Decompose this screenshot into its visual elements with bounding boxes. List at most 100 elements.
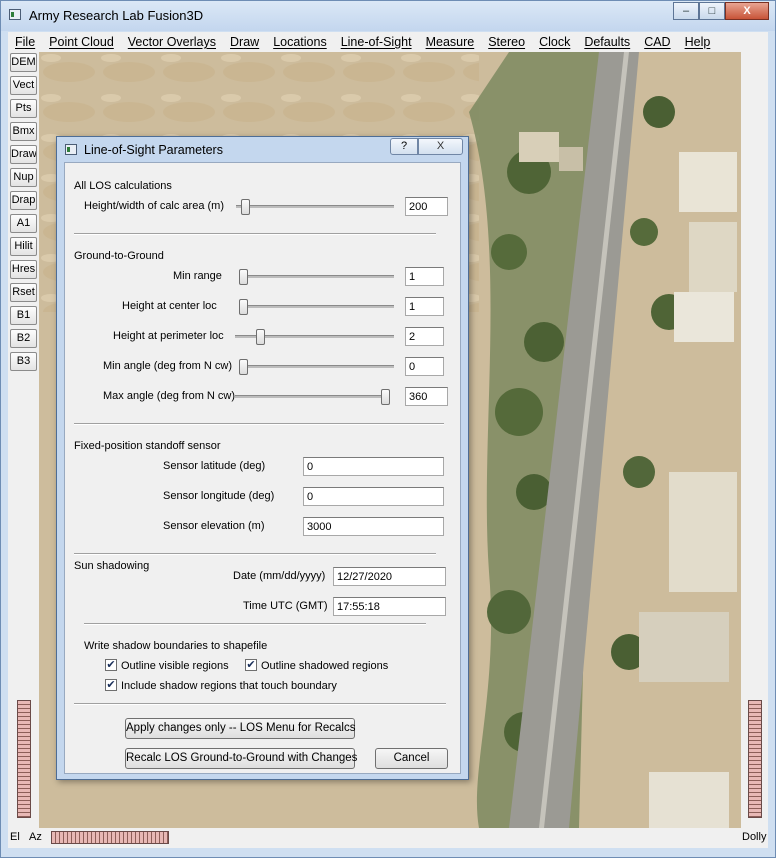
toolbar-b2-button[interactable]: B2: [10, 329, 37, 348]
outline-shadowed-checkbox[interactable]: ✔: [245, 659, 257, 671]
menu-cad[interactable]: CAD: [637, 35, 677, 49]
menu-measure[interactable]: Measure: [419, 35, 482, 49]
min-range-field[interactable]: [405, 267, 444, 286]
date-label: Date (mm/dd/yyyy): [233, 570, 326, 582]
app-icon: [9, 9, 21, 20]
dialog-close-button[interactable]: X: [418, 138, 463, 155]
separator: [74, 233, 436, 235]
height-center-field[interactable]: [405, 297, 444, 316]
separator: [74, 553, 436, 555]
dialog-title-bar[interactable]: Line-of-Sight Parameters ? X: [57, 137, 468, 162]
caption-buttons: – □ X: [673, 2, 769, 20]
height-perimeter-field[interactable]: [405, 327, 444, 346]
slider-thumb[interactable]: [381, 389, 390, 405]
outline-shadowed-label: Outline shadowed regions: [261, 660, 389, 672]
minimize-button[interactable]: –: [673, 2, 699, 20]
height-perimeter-slider[interactable]: [235, 329, 394, 345]
toolbar-hilit-button[interactable]: Hilit: [10, 237, 37, 256]
slider-track: [239, 275, 394, 278]
dolly-label: Dolly: [742, 831, 767, 843]
slider-thumb[interactable]: [256, 329, 266, 345]
date-field[interactable]: [333, 567, 446, 586]
standoff-heading: Fixed-position standoff sensor: [74, 440, 221, 452]
elevation-gauge[interactable]: [17, 700, 31, 818]
sensor-elevation-field[interactable]: [303, 517, 444, 536]
toolbar-bmx-button[interactable]: Bmx: [10, 122, 37, 141]
sensor-longitude-field[interactable]: [303, 487, 444, 506]
toolbar-nup-button[interactable]: Nup: [10, 168, 37, 187]
max-angle-label: Max angle (deg from N cw): [103, 390, 236, 402]
max-angle-field[interactable]: [405, 387, 448, 406]
min-angle-slider[interactable]: [239, 359, 394, 375]
el-label: El: [10, 831, 20, 843]
menu-locations[interactable]: Locations: [266, 35, 334, 49]
outline-visible-checkbox[interactable]: ✔: [105, 659, 117, 671]
menu-defaults[interactable]: Defaults: [577, 35, 637, 49]
separator: [74, 423, 444, 425]
toolbar-drap-button[interactable]: Drap: [10, 191, 37, 210]
separator: [84, 623, 426, 625]
sensor-latitude-label: Sensor latitude (deg): [163, 460, 266, 472]
min-range-slider[interactable]: [239, 269, 394, 285]
toolbar-b3-button[interactable]: B3: [10, 352, 37, 371]
menu-file[interactable]: File: [8, 35, 42, 49]
dialog-app-icon: [65, 144, 77, 155]
slider-track: [236, 205, 394, 208]
main-window: Army Research Lab Fusion3D – □ X File Po…: [0, 0, 776, 858]
slider-thumb[interactable]: [240, 199, 250, 215]
left-toolbar: DEM Vect Pts Bmx Draw Nup Drap A1 Hilit …: [8, 52, 39, 828]
height-perimeter-label: Height at perimeter loc: [113, 330, 224, 342]
time-label: Time UTC (GMT): [243, 600, 328, 612]
toolbar-a1-button[interactable]: A1: [10, 214, 37, 233]
toolbar-hres-button[interactable]: Hres: [10, 260, 37, 279]
close-button[interactable]: X: [725, 2, 769, 20]
min-angle-label: Min angle (deg from N cw): [103, 360, 232, 372]
toolbar-draw-button[interactable]: Draw: [10, 145, 37, 164]
apply-changes-button[interactable]: Apply changes only -- LOS Menu for Recal…: [125, 718, 355, 739]
bottom-bar: El Az Dolly: [8, 828, 768, 848]
toolbar-vect-button[interactable]: Vect: [10, 76, 37, 95]
max-angle-slider[interactable]: [235, 389, 390, 405]
shapefile-heading: Write shadow boundaries to shapefile: [84, 640, 268, 652]
menu-stereo[interactable]: Stereo: [481, 35, 532, 49]
slider-thumb[interactable]: [239, 269, 248, 285]
menu-clock[interactable]: Clock: [532, 35, 577, 49]
right-strip: [741, 52, 768, 828]
toolbar-b1-button[interactable]: B1: [10, 306, 37, 325]
azimuth-gauge[interactable]: [51, 831, 169, 844]
menu-point-cloud[interactable]: Point Cloud: [42, 35, 121, 49]
height-center-slider[interactable]: [239, 299, 394, 315]
menu-vector-overlays[interactable]: Vector Overlays: [121, 35, 223, 49]
include-boundary-checkbox[interactable]: ✔: [105, 679, 117, 691]
toolbar-rset-button[interactable]: Rset: [10, 283, 37, 302]
toolbar-pts-button[interactable]: Pts: [10, 99, 37, 118]
dialog-help-button[interactable]: ?: [390, 138, 418, 155]
menu-help[interactable]: Help: [678, 35, 718, 49]
sensor-latitude-field[interactable]: [303, 457, 444, 476]
slider-track: [235, 395, 389, 398]
slider-thumb[interactable]: [239, 359, 248, 375]
cancel-button[interactable]: Cancel: [375, 748, 448, 769]
include-boundary-label: Include shadow regions that touch bounda…: [121, 680, 337, 692]
az-label: Az: [29, 831, 42, 843]
toolbar-dem-button[interactable]: DEM: [10, 53, 37, 72]
calc-area-field[interactable]: [405, 197, 448, 216]
menu-bar: File Point Cloud Vector Overlays Draw Lo…: [8, 32, 768, 52]
min-angle-field[interactable]: [405, 357, 444, 376]
dialog-body: All LOS calculations Height/width of cal…: [64, 162, 461, 774]
sensor-elevation-label: Sensor elevation (m): [163, 520, 265, 532]
separator: [74, 703, 446, 705]
slider-thumb[interactable]: [239, 299, 248, 315]
calc-area-label: Height/width of calc area (m): [84, 200, 224, 212]
menu-draw[interactable]: Draw: [223, 35, 266, 49]
dialog-title: Line-of-Sight Parameters: [84, 143, 223, 157]
title-bar[interactable]: Army Research Lab Fusion3D – □ X: [1, 1, 775, 31]
height-center-label: Height at center loc: [122, 300, 217, 312]
calc-area-slider[interactable]: [236, 199, 394, 215]
dolly-gauge[interactable]: [748, 700, 762, 818]
recalc-los-button[interactable]: Recalc LOS Ground-to-Ground with Changes: [125, 748, 357, 769]
menu-line-of-sight[interactable]: Line-of-Sight: [334, 35, 419, 49]
outline-visible-label: Outline visible regions: [121, 660, 229, 672]
maximize-button[interactable]: □: [699, 2, 725, 20]
time-field[interactable]: [333, 597, 446, 616]
